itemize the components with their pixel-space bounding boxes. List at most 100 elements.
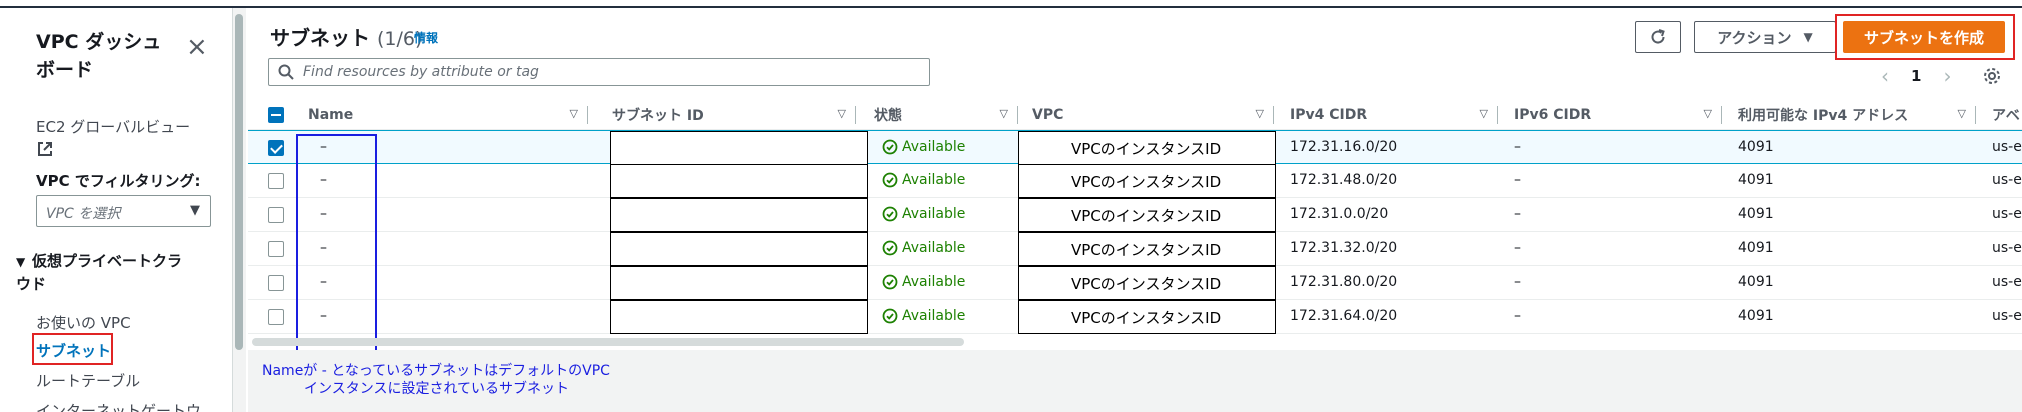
sidebar-item-your-vpcs[interactable]: お使いの VPC <box>36 312 131 333</box>
actions-label: アクション <box>1717 28 1792 47</box>
annotation-note: Nameが - となっているサブネットはデフォルトのVPC インスタンスに設定さ… <box>262 362 610 398</box>
sort-icon: ▽ <box>1703 107 1712 120</box>
check-circle-icon <box>882 274 898 290</box>
sidebar-item-internet-gateways[interactable]: インターネットゲートウ <box>36 400 201 412</box>
sidebar-item-ec2-global-view[interactable]: EC2 グローバルビュー <box>36 116 190 137</box>
search-input[interactable]: Find resources by attribute or tag <box>268 58 930 86</box>
external-link-icon[interactable] <box>36 140 54 158</box>
actions-dropdown[interactable]: アクション ▼ <box>1694 21 1836 53</box>
cell-availability-zone: us-e <box>1992 139 2022 155</box>
sidebar-title: VPC ダッシュボード <box>36 31 162 81</box>
column-header-state[interactable]: 状態 ▽ <box>856 100 1018 130</box>
vpc-filter-placeholder: VPC を選択 <box>46 206 121 222</box>
close-icon[interactable]: × <box>186 32 208 62</box>
cell-availability-zone: us-e <box>1992 240 2022 256</box>
page-number[interactable]: 1 <box>1911 67 1921 85</box>
check-circle-icon <box>882 139 898 155</box>
vpc-filter-select[interactable]: VPC を選択 ▼ <box>36 195 211 227</box>
column-header-label: VPC <box>1032 107 1064 123</box>
sort-icon: ▽ <box>1255 107 1264 120</box>
status-text: Available <box>902 139 966 155</box>
refresh-button[interactable] <box>1635 21 1681 53</box>
refresh-icon <box>1651 29 1665 44</box>
sidebar-item-route-tables[interactable]: ルートテーブル <box>36 370 140 391</box>
cell-vpc[interactable]: VPCのインスタンスID <box>1018 266 1276 300</box>
status-text: Available <box>902 206 966 222</box>
row-checkbox[interactable] <box>268 140 284 156</box>
cell-vpc[interactable]: VPCのインスタンスID <box>1018 131 1276 165</box>
cell-vpc[interactable]: VPCのインスタンスID <box>1018 198 1276 232</box>
cell-available-ipv4: 4091 <box>1738 139 1774 155</box>
sidebar-scrollbar-thumb[interactable] <box>235 14 243 350</box>
sidebar-group-vpc[interactable]: ▼ 仮想プライベートクラウド <box>16 250 196 295</box>
row-checkbox[interactable] <box>268 207 284 223</box>
annotation-note-line2: インスタンスに設定されているサブネット <box>304 381 570 397</box>
cell-available-ipv4: 4091 <box>1738 308 1774 324</box>
table-row[interactable]: – Available VPCのインスタンスID 172.31.64.0/20–409… <box>248 300 2022 334</box>
cell-status: Available <box>882 240 965 256</box>
table-row[interactable]: – Available VPCのインスタンスID 172.31.0.0/20–4091… <box>248 198 2022 232</box>
caret-down-icon: ▼ <box>1803 30 1813 44</box>
column-header-subnet-id[interactable]: サブネット ID ▽ <box>588 100 856 130</box>
cell-ipv4-cidr: 172.31.32.0/20 <box>1290 240 1398 256</box>
table-row[interactable]: – Available VPCのインスタンスID 172.31.32.0/20–409… <box>248 232 2022 266</box>
table-header: Name ▽ サブネット ID ▽ 状態 ▽ VPC ▽ IPv4 CIDR ▽ IPv6… <box>248 100 2022 130</box>
column-header-label: 状態 <box>874 108 902 124</box>
cell-subnet-id <box>610 232 868 266</box>
sort-icon: ▽ <box>1479 107 1488 120</box>
column-header-label: 利用可能な IPv4 アドレス <box>1738 108 1909 124</box>
info-link[interactable]: 情報 <box>414 29 438 46</box>
status-text: Available <box>902 240 966 256</box>
search-placeholder: Find resources by attribute or tag <box>303 64 539 80</box>
caret-down-icon: ▼ <box>190 203 200 218</box>
cell-available-ipv4: 4091 <box>1738 274 1774 290</box>
column-header-ipv6-cidr[interactable]: IPv6 CIDR ▽ <box>1498 100 1722 130</box>
row-checkbox[interactable] <box>268 275 284 291</box>
cell-ipv6-cidr: – <box>1514 172 1521 188</box>
vpc-filter-label: VPC でフィルタリング: <box>36 172 201 190</box>
status-text: Available <box>902 308 966 324</box>
cell-subnet-id <box>610 164 868 198</box>
table-row[interactable]: – Available VPCのインスタンスID 172.31.48.0/20–409… <box>248 164 2022 198</box>
column-header-label: IPv4 CIDR <box>1290 107 1368 123</box>
table-row[interactable]: – Available VPCのインスタンスID 172.31.80.0/20–409… <box>248 266 2022 300</box>
chevron-left-icon[interactable]: ‹ <box>1881 64 1889 88</box>
cell-availability-zone: us-e <box>1992 206 2022 222</box>
column-header-az[interactable]: アベ <box>1992 100 2022 130</box>
cell-vpc[interactable]: VPCのインスタンスID <box>1018 164 1276 198</box>
cell-available-ipv4: 4091 <box>1738 206 1774 222</box>
sort-icon: ▽ <box>569 107 578 120</box>
cell-ipv6-cidr: – <box>1514 308 1521 324</box>
table-row[interactable]: – Available VPCのインスタンスID 172.31.16.0/20–409… <box>248 130 2022 165</box>
column-header-label: IPv6 CIDR <box>1514 107 1592 123</box>
cell-available-ipv4: 4091 <box>1738 172 1774 188</box>
table-horizontal-scrollbar[interactable] <box>252 338 964 346</box>
sort-icon: ▽ <box>999 107 1008 120</box>
top-border <box>0 0 2022 8</box>
column-header-available-ipv4[interactable]: 利用可能な IPv4 アドレス ▽ <box>1722 100 1976 130</box>
annotation-highlight-subnets <box>32 333 113 365</box>
page-title-text: サブネット <box>270 26 370 50</box>
cell-subnet-id <box>610 266 868 300</box>
cell-ipv6-cidr: – <box>1514 274 1521 290</box>
cell-status: Available <box>882 308 965 324</box>
cell-vpc[interactable]: VPCのインスタンスID <box>1018 232 1276 266</box>
status-text: Available <box>902 172 966 188</box>
check-circle-icon <box>882 206 898 222</box>
row-checkbox[interactable] <box>268 309 284 325</box>
column-header-name[interactable]: Name ▽ <box>296 100 588 130</box>
annotation-highlight-create <box>1835 14 2015 60</box>
column-header-ipv4-cidr[interactable]: IPv4 CIDR ▽ <box>1274 100 1498 130</box>
row-checkbox[interactable] <box>268 241 284 257</box>
cell-vpc[interactable]: VPCのインスタンスID <box>1018 300 1276 334</box>
cell-availability-zone: us-e <box>1992 172 2022 188</box>
search-icon <box>278 64 294 80</box>
status-text: Available <box>902 274 966 290</box>
row-checkbox[interactable] <box>268 173 284 189</box>
cell-ipv6-cidr: – <box>1514 139 1521 155</box>
column-header-vpc[interactable]: VPC ▽ <box>1018 100 1274 130</box>
chevron-right-icon[interactable]: › <box>1943 64 1951 88</box>
check-circle-icon <box>882 240 898 256</box>
gear-icon[interactable] <box>1982 66 2002 86</box>
annotation-note-line1: Nameが - となっているサブネットはデフォルトのVPC <box>262 363 610 379</box>
